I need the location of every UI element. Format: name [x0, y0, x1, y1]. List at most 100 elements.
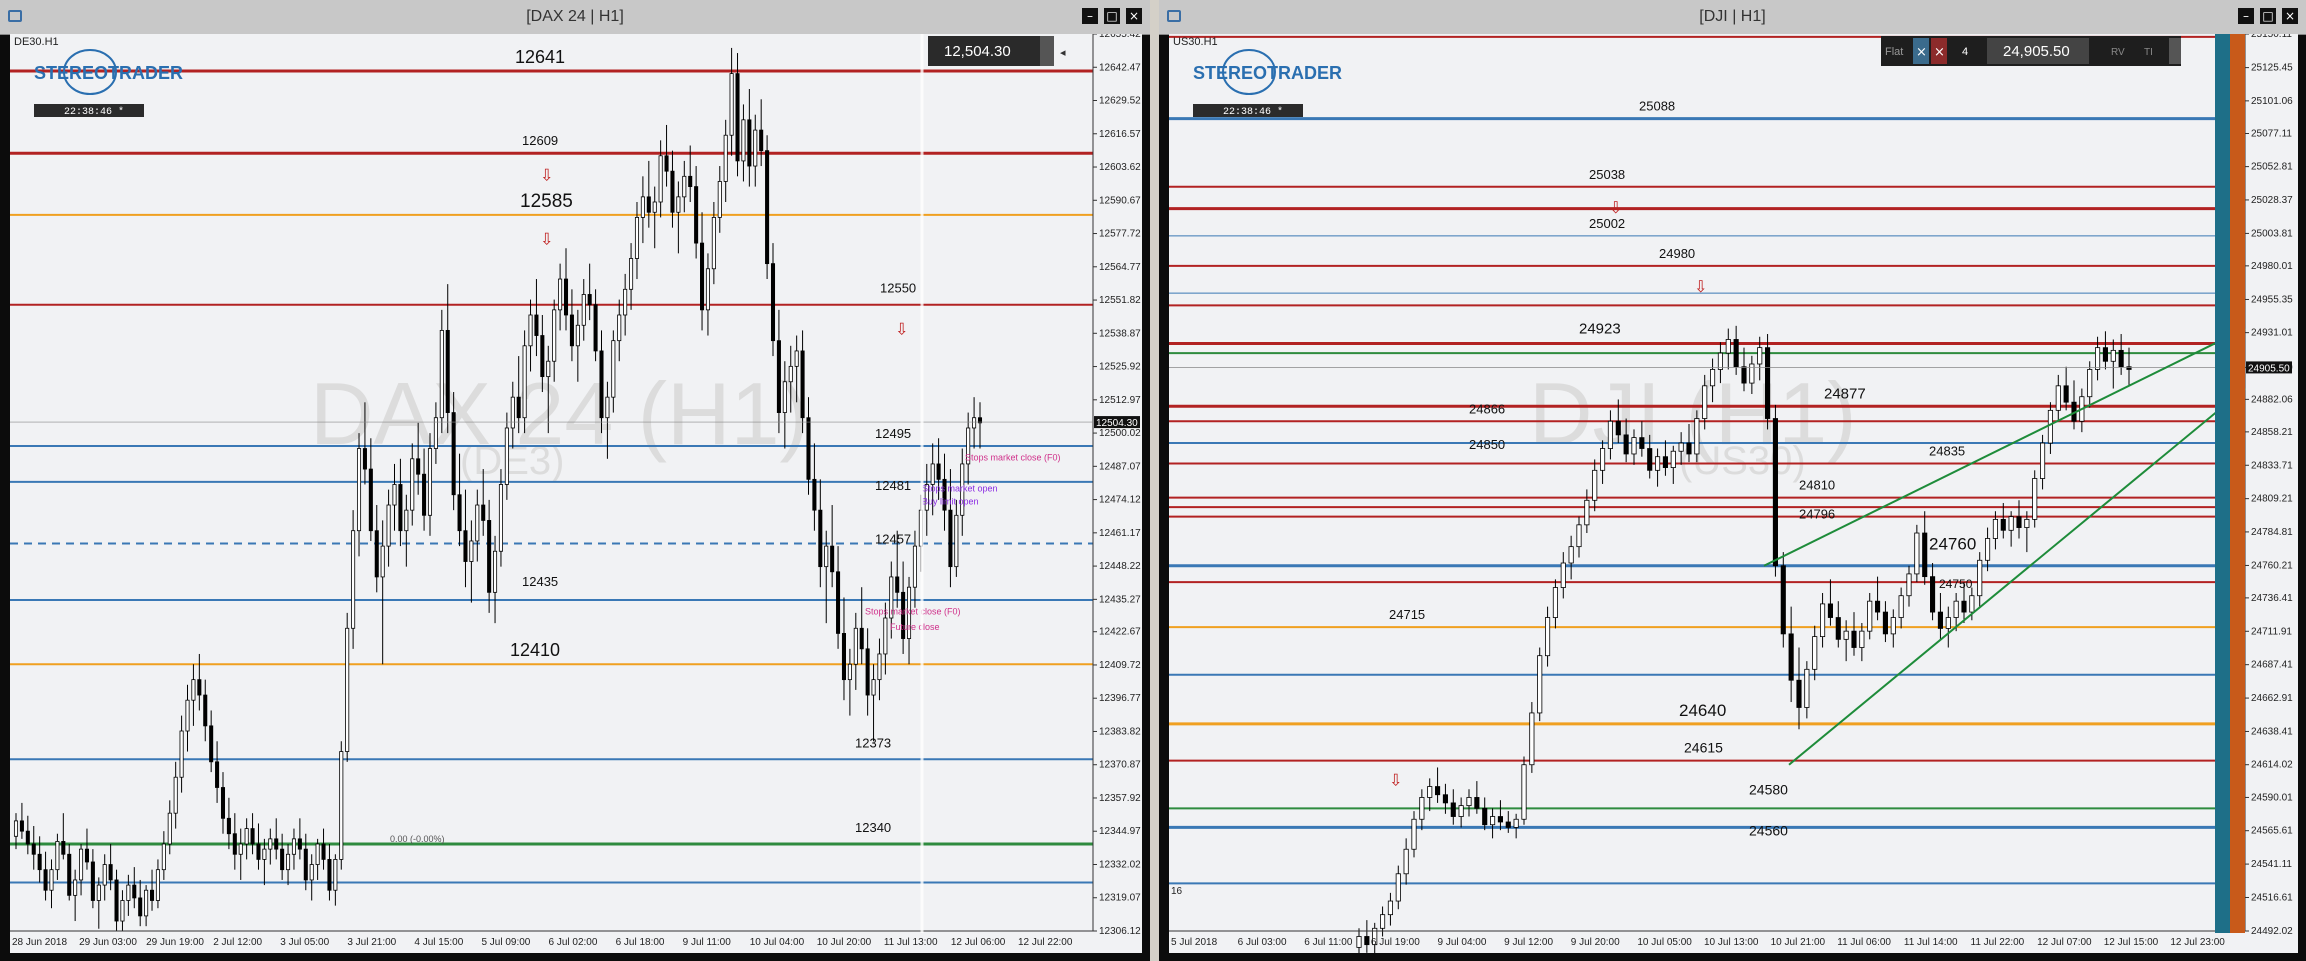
candle-body: [1820, 603, 1826, 638]
price-tick-label: 12461.17: [1099, 528, 1141, 539]
time-tick-label: 10 Jul 05:00: [1637, 937, 1692, 948]
candle-body: [836, 571, 841, 634]
minimize-icon[interactable]: –: [1082, 8, 1098, 24]
order-annotation: Stops market close (F0): [965, 453, 1061, 463]
price-tick-label: 25101.06: [2251, 96, 2293, 107]
candle-body: [658, 155, 663, 203]
maximize-icon[interactable]: □: [1104, 8, 1120, 24]
time-tick-label: 12 Jul 07:00: [2037, 937, 2092, 948]
spinner-button: [2169, 38, 2181, 64]
candle-body: [25, 830, 30, 845]
candle-body: [1655, 456, 1661, 471]
chart-area[interactable]: DJI (H1) (US30) 25088 25038 25002 24980 24923 2…: [1169, 34, 2298, 953]
candle-body: [469, 540, 474, 562]
candle-body: [1560, 562, 1566, 588]
price-tick-label: 12500.02: [1099, 428, 1141, 439]
price-tick-label: 12409.72: [1099, 660, 1141, 671]
candle-body: [652, 201, 657, 213]
candle-body: [2055, 385, 2061, 411]
candle-body: [841, 633, 847, 681]
time-tick-label: 29 Jun 19:00: [146, 937, 204, 948]
candle-body: [936, 463, 941, 480]
close-icon[interactable]: ×: [1126, 8, 1142, 24]
price-tick-label: 24687.41: [2251, 660, 2293, 671]
candle-body: [1592, 469, 1598, 501]
time-tick-label: 5 Jul 2018: [1171, 937, 1218, 948]
candle-body: [1937, 611, 1943, 629]
candle-body: [705, 268, 710, 311]
candle-body: [1600, 448, 1606, 471]
candle-body: [782, 381, 787, 413]
price-tick-label: 24614.02: [2251, 760, 2293, 771]
sell-arrow-icon: ⇩: [540, 230, 553, 249]
candle-body: [1686, 442, 1692, 455]
candle-body: [747, 119, 752, 167]
dji-candlestick-chart[interactable]: DJI (H1)(US30)25088250382500224980249232…: [1169, 34, 2298, 953]
candle-body: [392, 484, 397, 506]
level-label: 12481: [875, 478, 911, 493]
candle-body: [954, 514, 959, 568]
candle-body: [55, 841, 60, 871]
maximize-icon[interactable]: □: [2260, 8, 2276, 24]
candle-body: [1395, 873, 1401, 902]
price-tick-label: 24809.21: [2251, 494, 2293, 505]
price-tick-label: 12474.12: [1099, 495, 1141, 506]
candle-body: [410, 458, 415, 511]
price-tick-label: 12512.97: [1099, 395, 1141, 406]
candle-body: [2032, 478, 2038, 520]
side-strip-teal: [2215, 34, 2230, 933]
price-tick-label: 12344.97: [1099, 826, 1141, 837]
sell-arrow-icon: ⇩: [540, 165, 553, 184]
time-tick-label: 11 Jul 13:00: [884, 937, 938, 948]
candle-body: [1717, 352, 1723, 370]
candle-body: [1678, 442, 1684, 452]
candle-body: [451, 412, 456, 496]
close-icon[interactable]: ×: [2282, 8, 2298, 24]
candle-body: [1930, 576, 1936, 613]
time-tick-label: 10 Jul 21:00: [1771, 937, 1826, 948]
candle-body: [611, 340, 616, 398]
candle-body: [676, 196, 681, 213]
order-annotation: Buy limit open: [922, 496, 979, 506]
minimize-icon[interactable]: –: [2238, 8, 2254, 24]
symbol-label: US30.H1: [1173, 36, 1218, 48]
level-label: 24810: [1799, 478, 1835, 493]
window-titlebar[interactable]: [DJI | H1] – □ ×: [1159, 0, 2306, 35]
candle-body: [629, 258, 634, 290]
candle-body: [972, 417, 977, 429]
candle-body: [759, 129, 764, 152]
candle-body: [79, 848, 84, 881]
candle-body: [516, 396, 521, 419]
candle-body: [13, 820, 19, 837]
dax-candlestick-chart[interactable]: DAX 24 (H1)(DE3)126411260912585125501249…: [10, 34, 1142, 953]
price-tick-label: 12577.72: [1099, 229, 1141, 240]
candle-body: [735, 73, 740, 162]
level-label: 12457: [875, 532, 911, 547]
lots-value: 4: [1962, 46, 1968, 58]
brand-text: STEREOTRADER: [1193, 63, 1342, 83]
candle-body: [1985, 538, 1991, 561]
candle-body: [2008, 516, 2014, 531]
candle-body: [717, 181, 722, 218]
chart-area[interactable]: DAX 24 (H1) (DE3) 12641 12609 12585 12550 1249…: [10, 34, 1142, 953]
candle-body: [504, 427, 509, 485]
candle-body: [203, 694, 208, 727]
sell-arrow-icon: ⇩: [1389, 770, 1402, 789]
candle-body: [303, 848, 308, 881]
candle-body: [540, 335, 545, 378]
candle-body: [161, 843, 166, 871]
window-titlebar[interactable]: [DAX 24 | H1] – □ ×: [0, 0, 1150, 35]
candle-body: [1945, 617, 1951, 629]
candle-body: [1615, 420, 1621, 436]
time-tick-label: 29 Jun 03:00: [79, 937, 137, 948]
time-tick-label: 12 Jul 06:00: [951, 937, 1006, 948]
time-tick-label: 6 Jul 11:00: [1304, 937, 1353, 948]
candle-body: [912, 545, 917, 588]
candle-body: [327, 859, 332, 891]
time-axis: 28 Jun 2018 29 Jun 03:00 29 Jun 19:00 2 Jul…: [10, 930, 1093, 948]
candle-body: [853, 627, 858, 665]
candle-body: [1914, 532, 1920, 575]
candle-body: [1867, 600, 1873, 632]
candle-body: [1427, 786, 1433, 798]
candle-body: [824, 545, 829, 568]
